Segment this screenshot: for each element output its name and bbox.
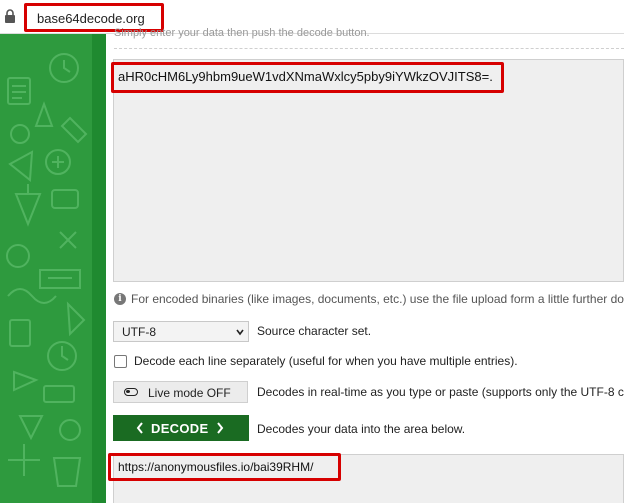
chevron-down-icon [236, 329, 244, 336]
lock-icon [5, 9, 15, 23]
divider [114, 48, 624, 49]
charset-selected-value: UTF-8 [122, 325, 156, 339]
chevron-left-icon [136, 422, 143, 434]
decode-each-line-checkbox[interactable] [114, 355, 127, 368]
charset-label: Source character set. [257, 324, 372, 338]
side-strip-edge [92, 34, 106, 503]
instructions-text: Simply enter your data then push the dec… [114, 27, 370, 39]
chevron-right-icon [217, 422, 224, 434]
live-mode-button[interactable]: Live mode OFF [113, 381, 248, 403]
decorative-side-pattern [0, 34, 106, 503]
decode-button[interactable]: DECODE [113, 415, 249, 441]
toggle-icon [124, 388, 138, 396]
doodle-pattern [6, 53, 88, 487]
live-mode-label: Live mode OFF [148, 386, 231, 400]
url-text: base64decode.org [37, 11, 145, 26]
live-mode-description: Decodes in real-time as you type or past… [257, 385, 624, 399]
binary-upload-note: For encoded binaries (like images, docum… [131, 292, 624, 306]
decoder-panel: Simply enter your data then push the dec… [106, 27, 624, 503]
decode-description: Decodes your data into the area below. [257, 422, 466, 436]
info-icon: i [114, 293, 126, 305]
decoded-output-value: https://anonymousfiles.io/bai39RHM/ [118, 460, 314, 474]
decode-button-label: DECODE [151, 421, 209, 436]
charset-select[interactable]: UTF-8 [113, 321, 249, 342]
decode-each-line-label: Decode each line separately (useful for … [134, 354, 518, 368]
encoded-input-value: aHR0cHM6Ly9hbm9ueW1vdXNmaWxlcy5pby9iYWkz… [118, 69, 493, 84]
